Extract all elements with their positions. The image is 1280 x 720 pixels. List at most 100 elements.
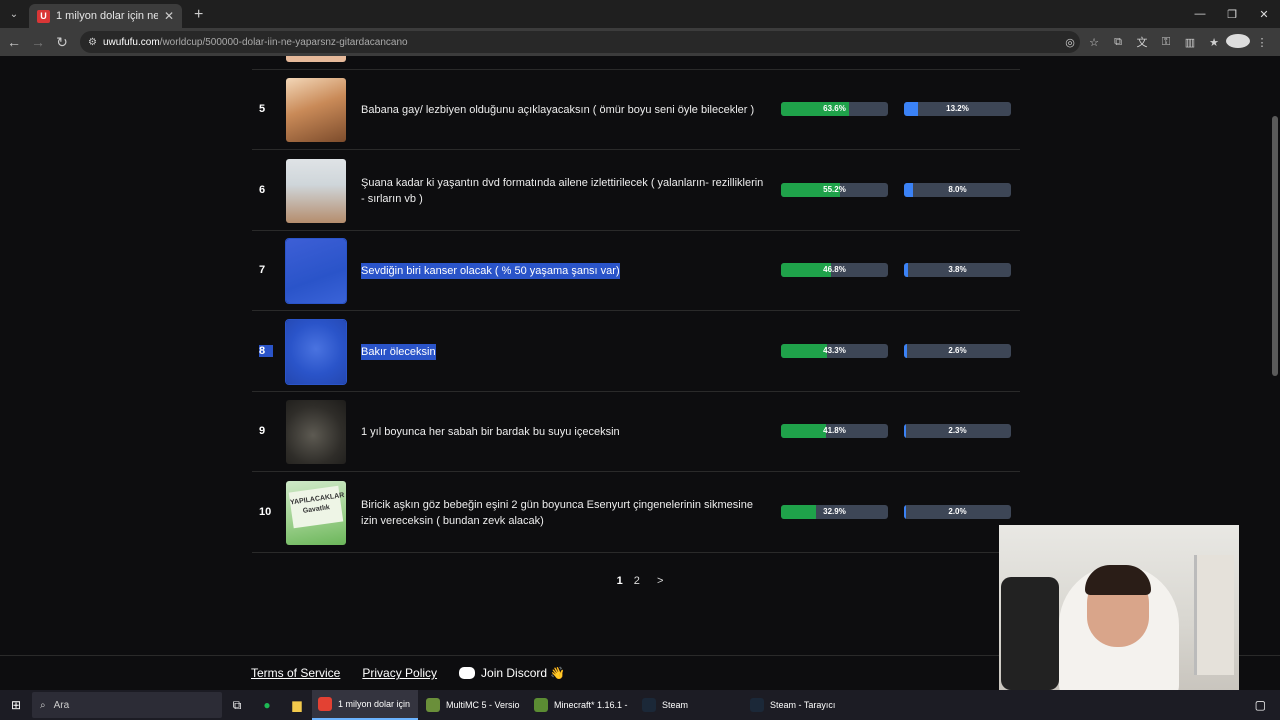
candidate-label: Şuana kadar ki yaşantın dvd formatında a… (361, 176, 764, 205)
candidate-text: Bakır öleceksin (361, 312, 766, 392)
win-rate-bar: 46.8% (781, 263, 888, 278)
taskbar-app-label: Minecraft* 1.16.1 - ... (554, 700, 628, 710)
toolbar: ← → ↻ ⚙ uwufufu.com/worldcup/500000-dola… (0, 28, 1280, 56)
taskbar-app-label: MultiMC 5 - Versio... (446, 700, 520, 710)
spotify-icon[interactable]: ● (252, 698, 282, 712)
site-info-icon[interactable]: ⚙ (88, 37, 97, 48)
key-icon[interactable]: ⚿ (1154, 36, 1178, 49)
tab-active[interactable]: U 1 milyon dolar için ne yaparsın... ✕ (29, 4, 182, 28)
ranking-row: 7 Sevdiğin biri kanser olacak ( % 50 yaş… (252, 231, 1020, 312)
champion-rate-label: 8.0% (948, 184, 967, 194)
candidate-thumbnail[interactable]: YAPILACAKLAR Gavatlık (286, 481, 346, 545)
app-icon (750, 698, 764, 712)
profile-icon[interactable] (1226, 33, 1250, 51)
translate-icon[interactable]: 文 (1130, 34, 1154, 50)
eye-off-icon[interactable]: ◎ (1058, 36, 1082, 49)
win-rate-label: 43.3% (823, 345, 846, 355)
win-rate-label: 32.9% (823, 507, 846, 516)
extensions-icon[interactable]: ⧉ (1106, 36, 1130, 49)
shelf (1194, 555, 1234, 675)
candidate-thumbnail[interactable] (285, 318, 347, 385)
more-icon[interactable]: ⋮ (1250, 36, 1274, 49)
page-1[interactable]: 1 (617, 575, 623, 587)
ranking-row: 9 1 yıl boyunca her sabah bir bardak bu … (252, 392, 1020, 473)
champion-rate-bar: 3.8% (904, 263, 1011, 278)
champion-rate-bar: 13.2% (904, 102, 1011, 116)
champion-rate-label: 13.2% (946, 104, 969, 113)
tab-search-icon[interactable]: ⌄ (5, 5, 23, 23)
ranking-row: 5 Babana gay/ lezbiyen olduğunu açıklaya… (252, 70, 1020, 150)
task-view-icon[interactable]: ⧉ (222, 698, 252, 713)
candidate-thumbnail[interactable] (285, 238, 347, 305)
window-close-icon[interactable]: ✕ (1248, 0, 1280, 28)
note-paper: YAPILACAKLAR Gavatlık (288, 485, 345, 529)
discord-label: Join Discord 👋 (481, 666, 566, 680)
candidate-label: 1 yıl boyunca her sabah bir bardak bu su… (361, 426, 620, 439)
candidate-label: Sevdiğin biri kanser olacak ( % 50 yaşam… (361, 263, 620, 280)
champion-rate-bar: 2.3% (904, 424, 1011, 439)
taskbar-app[interactable]: Steam (636, 690, 742, 720)
reader-icon[interactable]: ▥ (1178, 36, 1202, 49)
scrollbar[interactable] (1272, 116, 1278, 376)
restore-icon[interactable]: ❐ (1216, 0, 1248, 28)
ranking-row: 6 Şuana kadar ki yaşantın dvd formatında… (252, 151, 1020, 231)
person-hair (1085, 565, 1151, 595)
candidate-thumbnail[interactable] (286, 400, 346, 465)
discord-icon (459, 667, 476, 679)
webcam-overlay (999, 525, 1239, 690)
taskbar-app-label: Steam (662, 700, 689, 710)
taskbar-app[interactable]: 1 milyon dolar için ... (312, 690, 418, 720)
champion-rate-label: 2.6% (948, 345, 967, 355)
taskbar-app-label: Steam - Tarayıcı (770, 700, 836, 710)
app-icon (318, 697, 332, 711)
taskbar-search[interactable]: ⌕ Ara (32, 692, 222, 718)
taskbar-app[interactable]: Minecraft* 1.16.1 - ... (528, 690, 634, 720)
candidate-text: Sevdiğin biri kanser olacak ( % 50 yaşam… (361, 231, 766, 311)
app-icon (642, 698, 656, 712)
win-rate-label: 41.8% (823, 426, 846, 436)
reload-icon[interactable]: ↻ (50, 34, 74, 51)
taskbar-apps: 1 milyon dolar için ... MultiMC 5 - Versi… (312, 690, 852, 720)
taskbar-app[interactable]: Steam - Tarayıcı (744, 690, 850, 720)
address-bar[interactable]: ⚙ uwufufu.com/worldcup/500000-dolar-iin-… (80, 31, 1080, 53)
champion-rate-bar: 2.0% (904, 505, 1011, 519)
terms-link[interactable]: Terms of Service (251, 666, 340, 680)
rank-number: 5 (259, 103, 266, 115)
champion-rate-bar: 8.0% (904, 182, 1011, 197)
forward-icon[interactable]: → (26, 34, 50, 50)
win-rate-bar: 32.9% (781, 505, 888, 519)
new-tab-icon[interactable]: + (194, 6, 203, 24)
candidate-text: 1 yıl boyunca her sabah bir bardak bu su… (361, 392, 766, 472)
taskbar-app[interactable]: MultiMC 5 - Versio... (420, 690, 526, 720)
privacy-link[interactable]: Privacy Policy (362, 666, 437, 680)
ranking-row: 8 Bakır öleceksin 43.3% 2.6% (252, 312, 1020, 392)
window-controls: — ❐ ✕ (1184, 0, 1280, 28)
champion-rate-bar: 2.6% (904, 343, 1011, 358)
discord-link[interactable]: Join Discord 👋 (459, 666, 565, 680)
win-rate-bar: 55.2% (781, 182, 888, 197)
site-favicon: U (37, 9, 50, 23)
rank-number: 9 (259, 425, 266, 438)
taskbar: ⊞ ⌕ Ara ⧉ ● ▆ 1 milyon dolar için ... Mult… (0, 690, 1280, 720)
file-explorer-icon[interactable]: ▆ (282, 698, 312, 712)
win-rate-bar: 43.3% (781, 343, 888, 358)
candidate-thumbnail[interactable] (286, 158, 346, 223)
rank-number: 6 (259, 183, 266, 196)
page-2[interactable]: 2 (634, 575, 640, 587)
favorites-icon[interactable]: ★ (1202, 36, 1226, 49)
close-icon[interactable]: ✕ (164, 9, 174, 23)
win-rate-bar: 41.8% (781, 424, 888, 439)
toolbar-icons: ◎ ☆ ⧉ 文 ⚿ ▥ ★ ⋮ (1058, 28, 1274, 56)
notification-icon[interactable]: ▢ (1255, 698, 1266, 712)
candidate-label: Biricik aşkın göz bebeğin eşini 2 gün bo… (361, 499, 753, 527)
champion-rate-label: 2.0% (948, 507, 967, 516)
windows-start-icon[interactable]: ⊞ (0, 698, 32, 712)
next-page[interactable]: > (657, 575, 663, 587)
back-icon[interactable]: ← (2, 34, 26, 50)
minimize-icon[interactable]: — (1184, 0, 1216, 28)
candidate-text: Babana gay/ lezbiyen olduğunu açıklayaca… (361, 70, 766, 150)
tab-title: 1 milyon dolar için ne yaparsın... (56, 10, 158, 22)
candidate-thumbnail[interactable] (286, 78, 346, 142)
bookmark-star-icon[interactable]: ☆ (1082, 36, 1106, 49)
win-rate-bar: 63.6% (781, 102, 888, 116)
